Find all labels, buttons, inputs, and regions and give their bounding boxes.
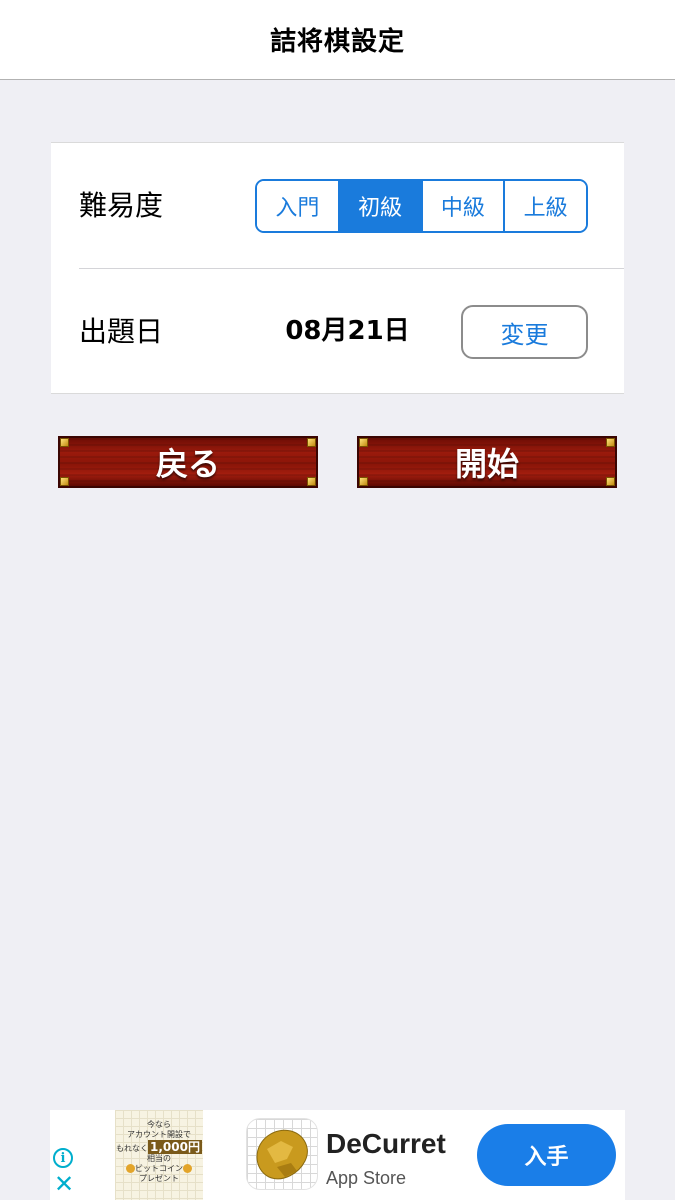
info-icon[interactable]: i: [53, 1148, 73, 1168]
rivet-icon: [359, 438, 368, 447]
promo-text-line: 相当の: [147, 1154, 171, 1163]
ad-app-name: DeCurret: [326, 1128, 446, 1159]
ad-store-name: App Store: [326, 1168, 407, 1188]
promo-amount: 1,000円: [148, 1140, 202, 1154]
rivet-icon: [606, 438, 615, 447]
date-row: 出題日 08月21日 変更: [51, 269, 624, 394]
promo-text-line: ビットコイン: [135, 1164, 183, 1173]
close-icon[interactable]: ✕: [53, 1172, 75, 1196]
difficulty-option-intermediate[interactable]: 中級: [422, 181, 506, 231]
ad-get-button[interactable]: 入手: [477, 1124, 616, 1186]
back-button-label: 戻る: [155, 445, 220, 483]
difficulty-option-beginner[interactable]: 入門: [257, 181, 340, 231]
ad-promo-image[interactable]: 今なら アカウント開設で もれなく 1,000円相当の ビットコイン プレゼント: [115, 1110, 203, 1200]
rivet-icon: [307, 477, 316, 486]
difficulty-label: 難易度: [79, 189, 164, 222]
page-title: 詰将棋設定: [269, 27, 405, 57]
rivet-icon: [60, 438, 69, 447]
difficulty-option-advanced[interactable]: 上級: [505, 181, 586, 231]
rivet-icon: [60, 477, 69, 486]
settings-panel: 難易度 入門 初級 中級 上級 出題日 08月21日 変更: [51, 142, 624, 394]
rivet-icon: [307, 438, 316, 447]
rivet-icon: [359, 477, 368, 486]
bitcoin-icon: [126, 1164, 135, 1173]
promo-text-line: もれなく: [116, 1144, 149, 1153]
back-button[interactable]: 戻る: [58, 436, 318, 488]
promo-text-line: プレゼント: [139, 1174, 179, 1183]
difficulty-row: 難易度 入門 初級 中級 上級: [51, 143, 624, 269]
difficulty-segmented-control: 入門 初級 中級 上級: [255, 179, 588, 233]
bitcoin-icon: [183, 1164, 192, 1173]
difficulty-option-elementary[interactable]: 初級: [339, 181, 423, 231]
promo-text-line: アカウント開設で: [127, 1130, 191, 1139]
promo-text-line: 今なら: [147, 1120, 171, 1129]
start-button[interactable]: 開始: [357, 436, 617, 488]
navigation-bar: 詰将棋設定: [0, 0, 675, 80]
change-date-button[interactable]: 変更: [461, 305, 588, 359]
decurret-logo-icon: [246, 1118, 318, 1190]
start-button-label: 開始: [454, 445, 519, 483]
ad-banner[interactable]: i ✕ 今なら アカウント開設で もれなく 1,000円相当の ビットコイン プレ…: [50, 1110, 625, 1200]
rivet-icon: [606, 477, 615, 486]
